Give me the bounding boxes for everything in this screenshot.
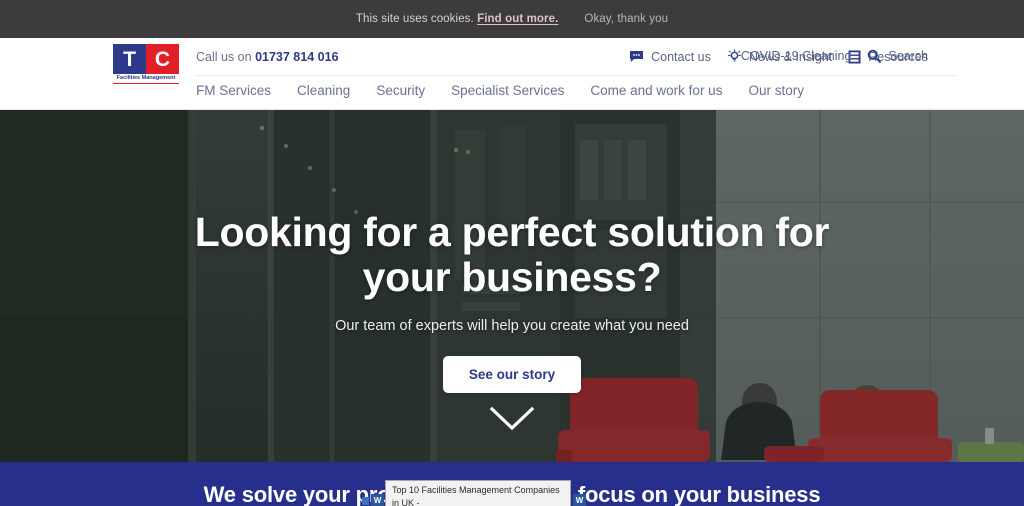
chevron-down-icon[interactable] xyxy=(488,405,536,438)
header-top-row: T C Facilities Management Call us on 017… xyxy=(0,38,1024,84)
main-navigation: FM Services Cleaning Security Specialist… xyxy=(196,83,804,98)
header-divider xyxy=(196,75,956,76)
hero-title: Looking for a perfect solution for your … xyxy=(194,209,830,300)
word-icon-secondary[interactable]: W xyxy=(573,494,586,506)
utility-label-covid-cleaning: COVID-19 Cleaning xyxy=(740,49,852,63)
nav-item-cleaning[interactable]: Cleaning xyxy=(297,83,350,98)
utility-item-covid-cleaning[interactable]: COVID-19 Cleaning xyxy=(741,49,851,63)
logo-squares: T C xyxy=(113,44,179,74)
taskbar-sliver xyxy=(362,497,369,505)
cookie-consent-bar: This site uses cookies. Find out more. O… xyxy=(0,0,1024,38)
cookie-message: This site uses cookies. Find out more. xyxy=(356,13,559,25)
cookie-accept-button[interactable]: Okay, thank you xyxy=(584,13,668,25)
page-root: This site uses cookies. Find out more. O… xyxy=(0,0,1024,506)
nav-item-security[interactable]: Security xyxy=(376,83,425,98)
utility-item-contact-us[interactable]: Contact us xyxy=(629,50,711,64)
logo-letter-t: T xyxy=(113,44,146,74)
nav-item-come-and-work-for-us[interactable]: Come and work for us xyxy=(590,83,722,98)
logo-tagline: Facilities Management xyxy=(113,74,179,84)
nav-item-specialist-services[interactable]: Specialist Services xyxy=(451,83,564,98)
utility-nav-right: COVID-19 Cleaning Search xyxy=(741,49,928,63)
site-logo[interactable]: T C Facilities Management xyxy=(113,44,179,84)
search-icon xyxy=(867,49,882,63)
phone-prefix: Call us on xyxy=(196,50,252,64)
see-our-story-button[interactable]: See our story xyxy=(442,356,582,393)
word-icon[interactable]: W xyxy=(371,494,384,506)
nav-item-fm-services[interactable]: FM Services xyxy=(196,83,271,98)
header-phone: Call us on 01737 814 016 xyxy=(196,50,339,64)
hero-subtitle: Our team of experts will help you create… xyxy=(335,318,689,334)
site-header: T C Facilities Management Call us on 017… xyxy=(0,38,1024,110)
utility-label-search: Search xyxy=(888,49,928,63)
taskbar-tooltip: Top 10 Facilities Management Companies i… xyxy=(385,480,571,506)
logo-letter-c: C xyxy=(146,44,179,74)
nav-item-our-story[interactable]: Our story xyxy=(748,83,804,98)
tooltip-line-1: Top 10 Facilities Management Companies i… xyxy=(392,485,560,506)
utility-item-search[interactable]: Search xyxy=(867,49,928,63)
utility-label-contact-us: Contact us xyxy=(651,49,711,64)
lightbulb-icon xyxy=(727,49,742,64)
hero-section: Looking for a perfect solution for your … xyxy=(0,110,1024,462)
phone-number[interactable]: 01737 814 016 xyxy=(255,50,338,64)
cookie-find-out-more-link[interactable]: Find out more. xyxy=(477,13,558,25)
speech-bubble-icon xyxy=(629,50,644,63)
cookie-message-text: This site uses cookies. xyxy=(355,13,474,25)
